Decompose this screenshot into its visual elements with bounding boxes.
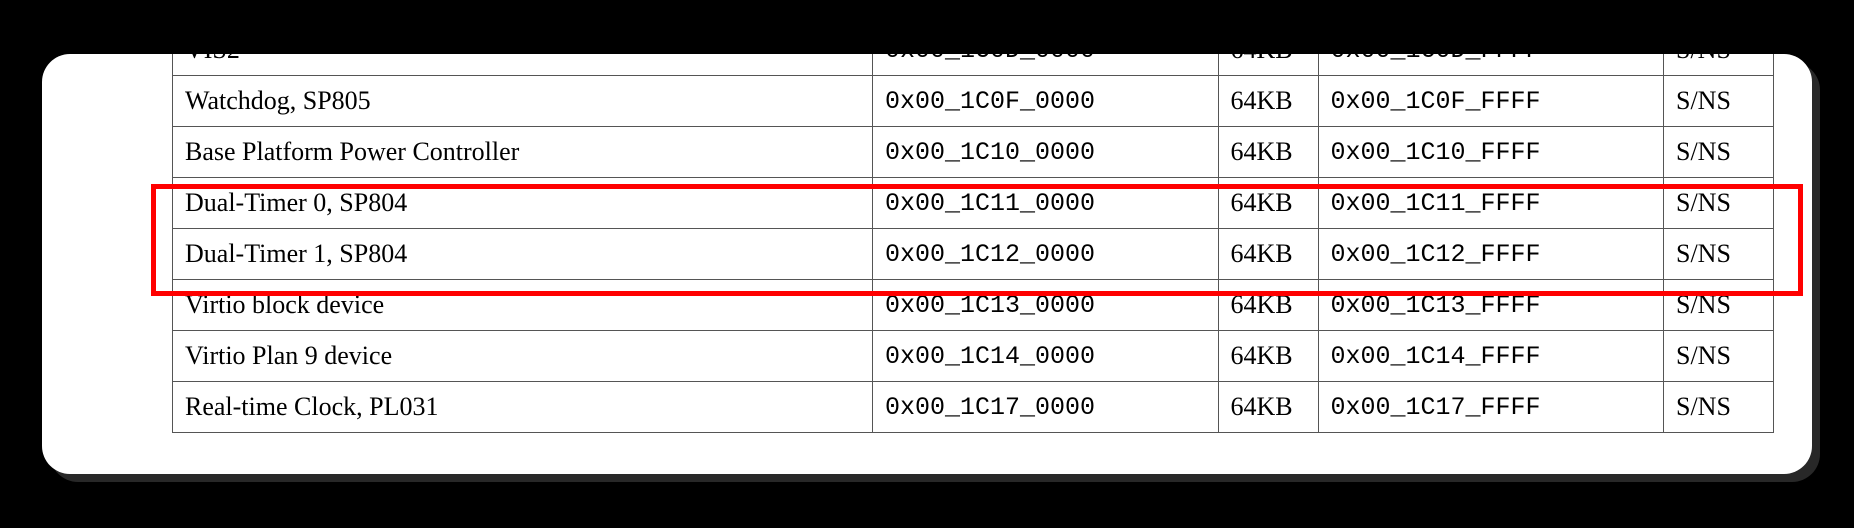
base-address-cell: 0x00_1C0D_0000 (873, 54, 1219, 76)
base-address-cell: 0x00_1C17_0000 (873, 382, 1219, 433)
peripheral-cell: Real-time Clock, PL031 (173, 382, 873, 433)
security-cell: S/NS (1664, 178, 1774, 229)
top-address-cell: 0x00_1C13_FFFF (1318, 280, 1664, 331)
size-cell: 64KB (1218, 382, 1318, 433)
security-cell: S/NS (1664, 280, 1774, 331)
top-address-cell: 0x00_1C12_FFFF (1318, 229, 1664, 280)
table-row: Dual-Timer 1, SP8040x00_1C12_000064KB0x0… (173, 229, 1774, 280)
size-cell: 64KB (1218, 229, 1318, 280)
base-address-cell: 0x00_1C11_0000 (873, 178, 1219, 229)
size-cell: 64KB (1218, 280, 1318, 331)
peripheral-cell: Dual-Timer 0, SP804 (173, 178, 873, 229)
security-cell: S/NS (1664, 331, 1774, 382)
base-address-cell: 0x00_1C10_0000 (873, 127, 1219, 178)
base-address-cell: 0x00_1C13_0000 (873, 280, 1219, 331)
base-address-cell: 0x00_1C0F_0000 (873, 76, 1219, 127)
security-cell: S/NS (1664, 76, 1774, 127)
size-cell: 64KB (1218, 54, 1318, 76)
size-cell: 64KB (1218, 76, 1318, 127)
security-cell: S/NS (1664, 382, 1774, 433)
size-cell: 64KB (1218, 127, 1318, 178)
table-row: Watchdog, SP8050x00_1C0F_000064KB0x00_1C… (173, 76, 1774, 127)
table-row: Base Platform Power Controller0x00_1C10_… (173, 127, 1774, 178)
security-cell: S/NS (1664, 229, 1774, 280)
security-cell: S/NS (1664, 54, 1774, 76)
table-row: Real-time Clock, PL0310x00_1C17_000064KB… (173, 382, 1774, 433)
top-address-cell: 0x00_1C17_FFFF (1318, 382, 1664, 433)
memory-map-table: VIS20x00_1C0D_000064KB0x00_1C0D_FFFFS/NS… (172, 54, 1774, 433)
peripheral-cell: Dual-Timer 1, SP804 (173, 229, 873, 280)
security-cell: S/NS (1664, 127, 1774, 178)
top-address-cell: 0x00_1C0F_FFFF (1318, 76, 1664, 127)
document-card: VIS20x00_1C0D_000064KB0x00_1C0D_FFFFS/NS… (42, 54, 1812, 474)
peripheral-cell: Watchdog, SP805 (173, 76, 873, 127)
peripheral-cell: Virtio block device (173, 280, 873, 331)
top-address-cell: 0x00_1C0D_FFFF (1318, 54, 1664, 76)
top-address-cell: 0x00_1C14_FFFF (1318, 331, 1664, 382)
base-address-cell: 0x00_1C12_0000 (873, 229, 1219, 280)
table-row: Dual-Timer 0, SP8040x00_1C11_000064KB0x0… (173, 178, 1774, 229)
table-row: VIS20x00_1C0D_000064KB0x00_1C0D_FFFFS/NS (173, 54, 1774, 76)
top-address-cell: 0x00_1C10_FFFF (1318, 127, 1664, 178)
peripheral-cell: Virtio Plan 9 device (173, 331, 873, 382)
base-address-cell: 0x00_1C14_0000 (873, 331, 1219, 382)
size-cell: 64KB (1218, 331, 1318, 382)
table-body: VIS20x00_1C0D_000064KB0x00_1C0D_FFFFS/NS… (173, 54, 1774, 433)
top-address-cell: 0x00_1C11_FFFF (1318, 178, 1664, 229)
size-cell: 64KB (1218, 178, 1318, 229)
table-row: Virtio Plan 9 device0x00_1C14_000064KB0x… (173, 331, 1774, 382)
table-row: Virtio block device0x00_1C13_000064KB0x0… (173, 280, 1774, 331)
peripheral-cell: VIS2 (173, 54, 873, 76)
peripheral-cell: Base Platform Power Controller (173, 127, 873, 178)
table-clip: VIS20x00_1C0D_000064KB0x00_1C0D_FFFFS/NS… (42, 54, 1812, 474)
